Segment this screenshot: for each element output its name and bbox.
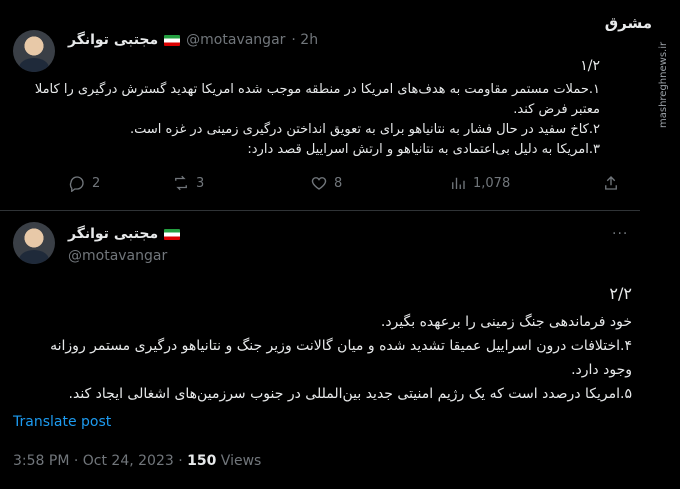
iran-flag-icon [164,228,181,240]
thread-index: ۱/۲ [580,58,600,74]
handle[interactable]: @motavangar [186,32,285,48]
avatar[interactable] [13,222,55,264]
view-count: 1,078 [473,175,511,191]
iran-flag-icon [164,34,181,46]
action-bar: 2 3 8 1,078 [64,174,630,196]
reply-icon [69,176,84,192]
reply-button[interactable]: 2 [68,174,100,192]
tweet-1[interactable]: مجتبی توانگر @motavangar · 2h ۱/۲ ۱.حملا… [0,0,640,210]
display-name[interactable]: مجتبی توانگر [68,226,158,242]
post-meta: 3:58 PM · Oct 24, 2023 · 150 Views [13,453,261,469]
reply-count: 2 [92,175,101,191]
tweet-2-body: خود فرماندهی جنگ زمینی را برعهده بگیرد. … [50,314,632,402]
views-label: Views [216,453,262,469]
view-count: 150 [187,453,217,469]
divider [0,210,640,211]
like-button[interactable]: 8 [310,174,342,192]
tweet-2-header: مجتبی توانگر [68,226,181,242]
more-icon[interactable]: ··· [612,226,628,242]
share-button[interactable] [602,174,620,192]
post-time[interactable]: · 2h [291,32,318,48]
display-name[interactable]: مجتبی توانگر [68,32,158,48]
timestamp[interactable]: 3:58 PM · Oct 24, 2023 · [13,453,187,469]
like-count: 8 [334,175,343,191]
retweet-count: 3 [196,175,205,191]
retweet-icon [175,175,187,191]
avatar[interactable] [13,30,55,72]
heart-icon [311,177,327,190]
analytics-icon [452,177,465,189]
watermark-site: mashreghnews.ir [658,41,669,128]
share-icon [605,176,617,190]
tweet-1-header: مجتبی توانگر @motavangar · 2h [68,32,318,48]
tweet-1-body: ۱.حملات مستمر مقاومت به هدف‌های امریکا د… [34,82,600,157]
views-button[interactable]: 1,078 [449,174,510,192]
translate-post-link[interactable]: Translate post [13,414,111,430]
handle[interactable]: @motavangar [68,248,167,264]
thread-index: ۲/۲ [609,284,632,303]
retweet-button[interactable]: 3 [172,174,204,192]
